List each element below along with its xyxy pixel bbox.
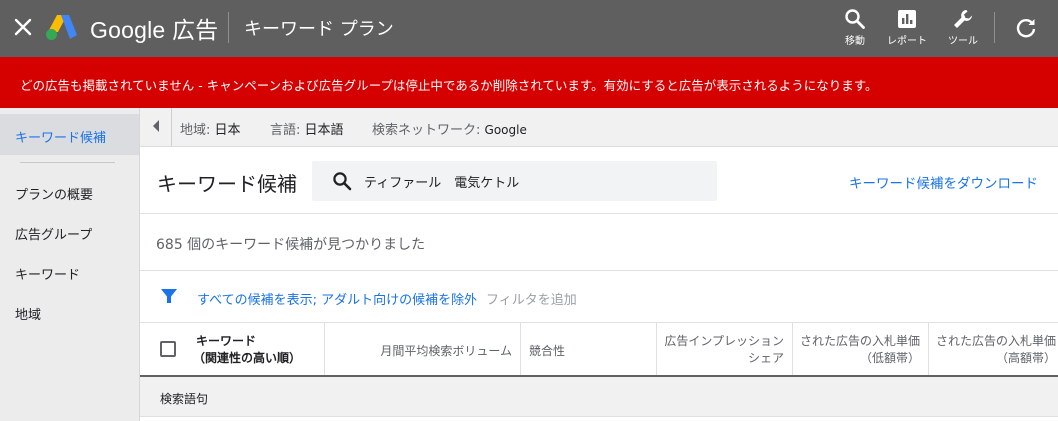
- filter-row: すべての候補を表示; アダルト向けの候補を除外 フィルタを追加: [140, 271, 1058, 323]
- bid-low-line2: （低額帯）: [859, 351, 920, 365]
- toolbar-divider: [994, 12, 995, 43]
- caret-left-icon: [153, 120, 159, 132]
- targeting-bar: 地域: 日本 言語: 日本語 検索ネットワーク: Google: [140, 108, 1058, 147]
- sidebar-item-plan-overview[interactable]: プランの概要: [15, 184, 93, 203]
- avg-monthly-searches-label: 月間平均検索ボリューム: [380, 344, 512, 358]
- column-header-bid-low[interactable]: された広告の入札単価 （低額帯）: [792, 323, 928, 375]
- column-header-bid-high[interactable]: された広告の入札単価 （高額帯）: [928, 323, 1058, 375]
- language-selector[interactable]: 言語: 日本語: [270, 119, 344, 138]
- network-selector[interactable]: 検索ネットワーク: Google: [372, 119, 527, 138]
- impression-share-line1: 広告インプレッション: [664, 334, 784, 348]
- report-label: レポート: [887, 36, 927, 47]
- region-value: 日本: [214, 123, 241, 138]
- keyword-search-box[interactable]: [312, 161, 717, 201]
- tools-button[interactable]: ツール: [943, 8, 983, 47]
- region-selector[interactable]: 地域: 日本: [180, 119, 241, 138]
- tools-label: ツール: [948, 36, 978, 47]
- report-icon: [898, 10, 916, 28]
- brand-name: Google 広告: [90, 17, 219, 43]
- page-title: キーワード プラン: [244, 19, 394, 40]
- region-label: 地域:: [180, 123, 211, 138]
- sidebar-item-locations[interactable]: 地域: [15, 304, 41, 323]
- keyword-ideas-header: キーワード候補 キーワード候補をダウンロード: [140, 147, 1058, 214]
- bid-high-line1: された広告の入札単価: [935, 334, 1056, 348]
- results-count-row: 685 個のキーワード候補が見つかりました: [140, 214, 1058, 271]
- network-label: 検索ネットワーク:: [372, 123, 481, 138]
- google-ads-logo-icon: [46, 15, 77, 40]
- section-label: 検索語句: [160, 392, 209, 406]
- column-header-impression-share[interactable]: 広告インプレッション シェア: [656, 323, 792, 375]
- search-terms-section-row: 検索語句: [140, 377, 1058, 417]
- column-header-keyword[interactable]: キーワード （関連性の高い順）: [140, 323, 324, 375]
- column-header-avg-monthly-searches[interactable]: 月間平均検索ボリューム: [324, 323, 520, 375]
- bid-high-line2: （高額帯）: [995, 351, 1056, 365]
- sidebar-item-label: キーワード候補: [15, 131, 107, 146]
- brand-divider: [228, 12, 229, 43]
- impression-share-line2: シェア: [747, 351, 784, 365]
- select-all-checkbox[interactable]: [160, 341, 176, 357]
- competition-label: 競合性: [529, 344, 566, 358]
- keyword-column-label: キーワード （関連性の高い順）: [193, 333, 302, 367]
- column-header-competition[interactable]: 競合性: [520, 323, 656, 375]
- download-keyword-ideas-link[interactable]: キーワード候補をダウンロード: [849, 172, 1038, 192]
- sidebar-item-ad-groups[interactable]: 広告グループ: [15, 224, 92, 243]
- keyword-column-line2: （関連性の高い順）: [193, 351, 302, 365]
- top-app-bar: Google 広告 キーワード プラン 移動 レポート ツール: [0, 0, 1058, 57]
- sidebar-item-keywords[interactable]: キーワード: [15, 264, 80, 283]
- add-filter-button[interactable]: フィルタを追加: [486, 289, 577, 308]
- refresh-icon[interactable]: [1014, 16, 1038, 40]
- filter-icon[interactable]: [160, 287, 178, 305]
- sidebar-item-keyword-ideas[interactable]: キーワード候補: [0, 114, 139, 155]
- table-header: キーワード （関連性の高い順） 月間平均検索ボリューム 競合性 広告インプレッシ…: [140, 323, 1058, 377]
- results-count: 685 個のキーワード候補が見つかりました: [156, 237, 426, 253]
- move-label: 移動: [845, 36, 865, 47]
- network-value: Google: [484, 123, 527, 137]
- section-title: キーワード候補: [157, 172, 297, 196]
- move-button[interactable]: 移動: [838, 8, 872, 47]
- alert-banner: どの広告も掲載されていません - キャンペーンおよび広告グループは停止中であるか…: [0, 57, 1058, 108]
- close-icon[interactable]: [13, 17, 33, 37]
- search-icon: [333, 172, 352, 191]
- wrench-icon: [954, 10, 972, 28]
- language-label: 言語:: [270, 123, 301, 138]
- alert-text: どの広告も掲載されていません - キャンペーンおよび広告グループは停止中であるか…: [20, 78, 878, 93]
- keyword-search-input[interactable]: [364, 170, 704, 192]
- collapse-sidebar-button[interactable]: [140, 108, 172, 146]
- language-value: 日本語: [304, 123, 344, 138]
- bid-low-line1: された広告の入札単価: [799, 334, 920, 348]
- keyword-column-line1: キーワード: [196, 334, 257, 348]
- sidebar: キーワード候補 プランの概要 広告グループ キーワード 地域: [0, 108, 140, 421]
- active-filters-link[interactable]: すべての候補を表示; アダルト向けの候補を除外: [197, 289, 477, 308]
- sidebar-divider: [20, 162, 115, 163]
- search-icon: [845, 9, 865, 29]
- report-button[interactable]: レポート: [883, 8, 931, 47]
